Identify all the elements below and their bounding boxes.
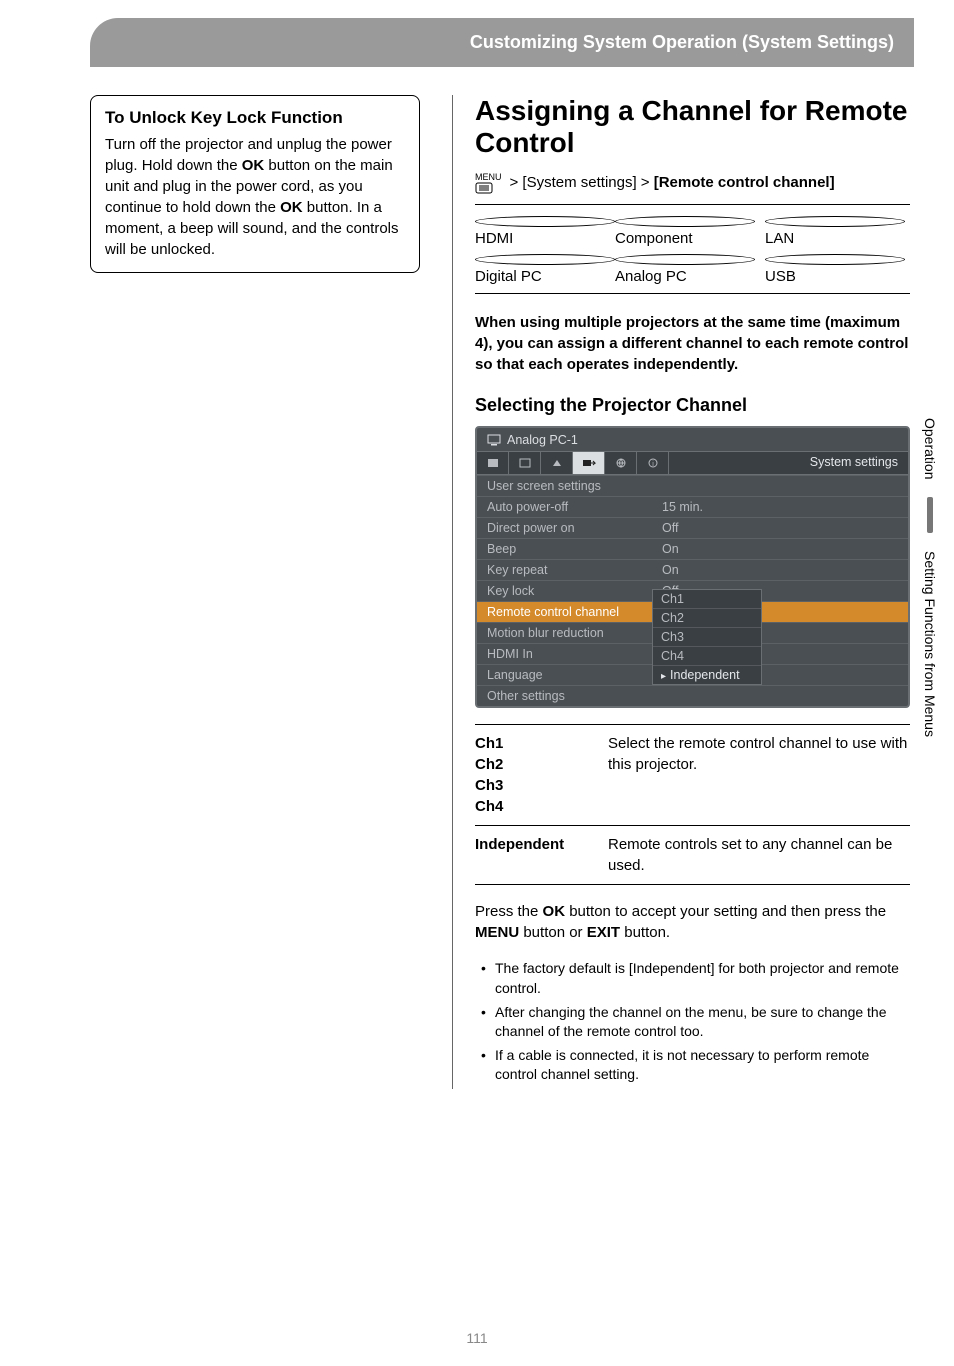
osd-row: BeepOn <box>477 538 908 559</box>
subsection-heading: Selecting the Projector Channel <box>475 395 910 416</box>
note-item: If a cable is connected, it is not neces… <box>481 1046 910 1085</box>
inputs-table: HDMI Component LAN Digital PC Analog PC … <box>475 204 910 294</box>
page-title: Assigning a Channel for Remote Control <box>475 95 910 159</box>
note-item: The factory default is [Independent] for… <box>481 959 910 998</box>
lead-text: When using multiple projectors at the sa… <box>475 312 910 375</box>
side-tabs: Operation Setting Functions from Menus <box>922 418 938 737</box>
input-component: Component <box>615 213 765 247</box>
input-usb: USB <box>765 251 910 285</box>
parameter-table: Ch1Ch2Ch3Ch4 Select the remote control c… <box>475 724 910 885</box>
input-hdmi: HDMI <box>475 213 615 247</box>
section-header: Customizing System Operation (System Set… <box>90 18 914 67</box>
note-item: After changing the channel on the menu, … <box>481 1003 910 1042</box>
osd-row: Other settings <box>477 685 908 706</box>
side-tab-setting-functions: Setting Functions from Menus <box>922 551 938 737</box>
input-digital-pc: Digital PC <box>475 251 615 285</box>
osd-channel-dropdown: Ch1 Ch2 Ch3 Ch4 Independent <box>652 589 762 685</box>
param-ch-desc: Select the remote control channel to use… <box>608 733 910 817</box>
osd-row: Key repeatOn <box>477 559 908 580</box>
param-independent-key: Independent <box>475 834 590 876</box>
param-independent-desc: Remote controls set to any channel can b… <box>608 834 910 876</box>
menu-icon: MENU <box>475 173 502 194</box>
callout-title: To Unlock Key Lock Function <box>105 108 405 128</box>
osd-row: User screen settings <box>477 475 908 496</box>
accept-instruction: Press the OK button to accept your setti… <box>475 901 910 943</box>
osd-source: Analog PC-1 <box>477 428 908 451</box>
input-analog-pc: Analog PC <box>615 251 765 285</box>
osd-row: Auto power-off15 min. <box>477 496 908 517</box>
callout-body: Turn off the projector and unplug the po… <box>105 134 405 260</box>
notes-list: The factory default is [Independent] for… <box>475 959 910 1085</box>
osd-active-tab-label: System settings <box>800 452 908 474</box>
input-lan: LAN <box>765 213 910 247</box>
unlock-callout: To Unlock Key Lock Function Turn off the… <box>90 95 420 273</box>
param-ch-keys: Ch1Ch2Ch3Ch4 <box>475 733 590 817</box>
osd-tabs: i System settings <box>477 451 908 475</box>
side-tab-divider-icon <box>927 497 933 533</box>
osd-screenshot: Analog PC-1 i System settings User scree… <box>475 426 910 708</box>
side-tab-operation: Operation <box>922 418 938 479</box>
osd-row: Direct power onOff <box>477 517 908 538</box>
page-number: 111 <box>0 1330 954 1346</box>
menu-path: MENU > [System settings] > [Remote contr… <box>475 173 910 194</box>
